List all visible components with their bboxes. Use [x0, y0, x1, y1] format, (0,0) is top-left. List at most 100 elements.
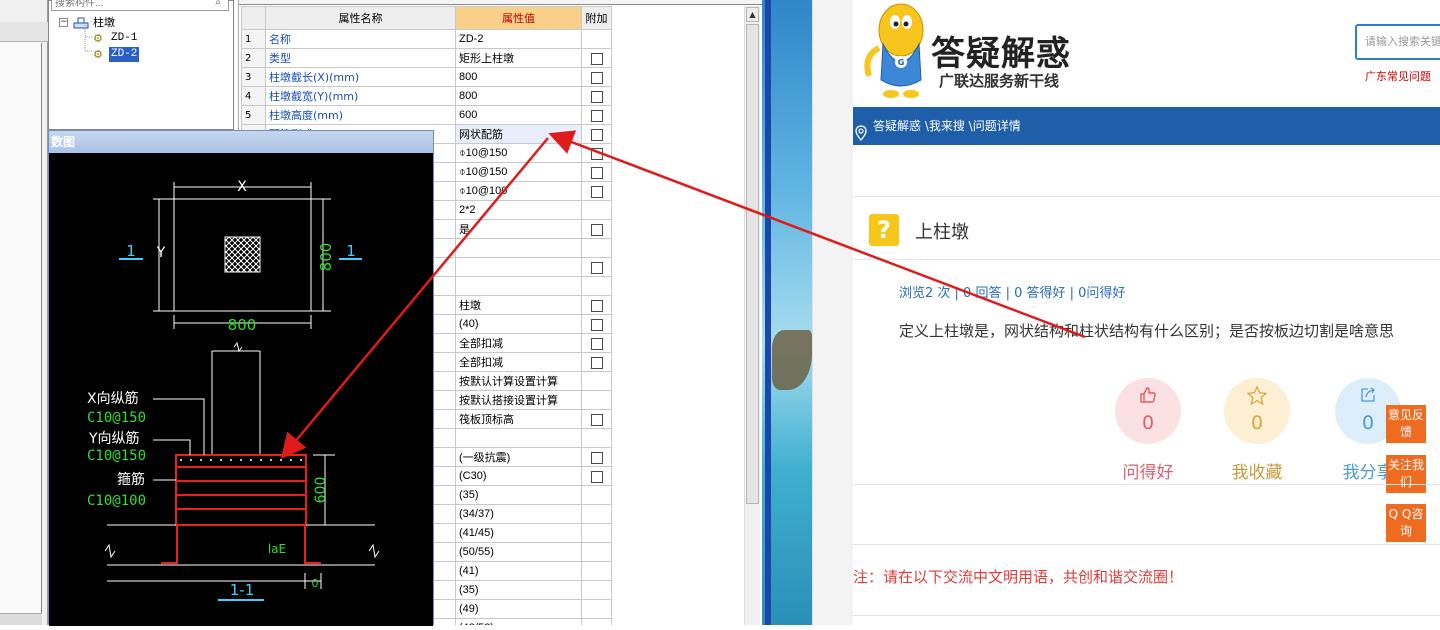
- property-value-cell[interactable]: (35): [455, 485, 582, 505]
- property-value-cell[interactable]: [455, 238, 582, 258]
- search-icon[interactable]: ⌕: [207, 0, 229, 11]
- property-value-cell[interactable]: (50/55): [455, 542, 582, 562]
- property-value-cell[interactable]: (35): [455, 580, 582, 600]
- property-value-cell[interactable]: 全部扣减: [455, 352, 582, 372]
- attach-checkbox[interactable]: [590, 413, 603, 426]
- property-value-cell[interactable]: 800: [455, 67, 582, 87]
- attach-checkbox[interactable]: [590, 166, 603, 179]
- page-gutter: [813, 0, 853, 625]
- property-value-cell[interactable]: (一级抗震): [455, 447, 582, 467]
- attach-cell: [581, 447, 612, 467]
- property-name-cell[interactable]: 名称: [265, 29, 456, 49]
- like-circle[interactable]: 0: [1115, 378, 1181, 444]
- attach-cell: [581, 504, 612, 524]
- divider: [853, 259, 1440, 260]
- property-name-cell[interactable]: 类型: [265, 48, 456, 68]
- site-search-input[interactable]: 请输入搜索关键: [1355, 24, 1440, 60]
- property-value-cell[interactable]: 按默认搭接设置计算: [455, 390, 582, 410]
- attach-checkbox[interactable]: [590, 71, 603, 84]
- attach-cell: [581, 390, 612, 410]
- property-value-cell[interactable]: 网状配筋: [455, 124, 582, 144]
- property-value-cell[interactable]: 全部扣减: [455, 333, 582, 353]
- diagram-window-title[interactable]: 数图: [49, 131, 433, 153]
- hot-questions-link[interactable]: 广东常见问题: [1365, 68, 1431, 84]
- location-pin-icon: [893, 107, 909, 145]
- qa-web-page: G 答疑解惑 广联达服务新干线 请输入搜索关键 广东常见问题 答疑解惑 \我来搜…: [812, 0, 1440, 625]
- attach-checkbox[interactable]: [590, 356, 603, 369]
- attach-cell: [581, 276, 612, 296]
- property-value-cell[interactable]: [455, 276, 582, 296]
- attach-checkbox[interactable]: [590, 299, 603, 312]
- attach-checkbox[interactable]: [590, 451, 603, 464]
- collapse-icon[interactable]: −: [59, 18, 68, 27]
- attach-checkbox[interactable]: [590, 185, 603, 198]
- property-name-cell[interactable]: 柱墩截长(X)(mm): [265, 67, 456, 87]
- attach-checkbox[interactable]: [590, 337, 603, 350]
- attach-checkbox[interactable]: [590, 261, 603, 274]
- attach-checkbox[interactable]: [590, 109, 603, 122]
- table-row[interactable]: 4 柱墩截宽(Y)(mm) 800: [241, 86, 612, 106]
- table-row[interactable]: 5 柱墩高度(mm) 600: [241, 105, 612, 125]
- property-value-cell[interactable]: 按默认计算设置计算: [455, 371, 582, 391]
- row-number: 2: [241, 48, 266, 68]
- grid-scrollbar[interactable]: ▲: [744, 6, 760, 625]
- property-value-cell[interactable]: (41): [455, 561, 582, 581]
- property-name-cell[interactable]: 柱墩截宽(Y)(mm): [265, 86, 456, 106]
- site-logo-title[interactable]: 答疑解惑: [931, 26, 1071, 75]
- y-rebar-label: Y向纵筋: [88, 430, 140, 447]
- column-header-num: [241, 6, 266, 30]
- property-name-cell[interactable]: 柱墩高度(mm): [265, 105, 456, 125]
- stirrup-label: 箍筋: [117, 471, 145, 488]
- qq-consult-button[interactable]: Q Q咨询: [1386, 504, 1426, 542]
- attach-cell: [581, 29, 612, 49]
- column-header-extra[interactable]: 附加: [581, 6, 612, 30]
- favorite-label[interactable]: 我收藏: [1224, 458, 1290, 483]
- attach-checkbox[interactable]: [590, 147, 603, 160]
- attach-checkbox[interactable]: [590, 318, 603, 331]
- feedback-button[interactable]: 意见反馈: [1386, 405, 1426, 443]
- property-value-cell[interactable]: 柱墩: [455, 295, 582, 315]
- property-value-cell[interactable]: 矩形上柱墩: [455, 48, 582, 68]
- attach-checkbox[interactable]: [590, 90, 603, 103]
- favorite-circle[interactable]: 0: [1224, 378, 1290, 444]
- property-value-cell[interactable]: ⌽10@150: [455, 162, 582, 182]
- property-value-cell[interactable]: 2*2: [455, 200, 582, 220]
- property-value-cell[interactable]: ⌽10@150: [455, 143, 582, 163]
- property-value-cell[interactable]: [455, 257, 582, 277]
- map-pin-icon: [855, 125, 867, 141]
- attach-checkbox[interactable]: [590, 223, 603, 236]
- property-value-cell[interactable]: (49): [455, 599, 582, 619]
- follow-us-button[interactable]: 关注我们: [1386, 455, 1426, 493]
- property-value-cell[interactable]: (41/45): [455, 523, 582, 543]
- table-row[interactable]: 3 柱墩截长(X)(mm) 800: [241, 67, 612, 87]
- property-value-cell[interactable]: 是: [455, 219, 582, 239]
- divider: [853, 484, 1440, 485]
- column-header-name[interactable]: 属性名称: [265, 6, 456, 30]
- like-label[interactable]: 问得好: [1115, 458, 1181, 483]
- attach-checkbox[interactable]: [590, 128, 603, 141]
- property-value-cell[interactable]: 600: [455, 105, 582, 125]
- like-question-button[interactable]: 0 问得好: [1115, 378, 1181, 483]
- scroll-thumb[interactable]: [746, 24, 759, 504]
- property-value-cell[interactable]: 800: [455, 86, 582, 106]
- attach-checkbox[interactable]: [590, 52, 603, 65]
- table-row[interactable]: 1 名称 ZD-2: [241, 29, 612, 49]
- attach-checkbox[interactable]: [590, 470, 603, 483]
- desktop-background: [762, 0, 812, 625]
- left-panel-scrollbar[interactable]: [0, 613, 42, 625]
- scroll-up-icon[interactable]: ▲: [746, 7, 759, 22]
- property-value-cell[interactable]: (C30): [455, 466, 582, 486]
- property-value-cell[interactable]: (48/52): [455, 618, 582, 625]
- left-panel-tab[interactable]: [0, 22, 48, 42]
- table-row[interactable]: 2 类型 矩形上柱墩: [241, 48, 612, 68]
- favorite-button[interactable]: 0 我收藏: [1224, 378, 1290, 483]
- column-header-value[interactable]: 属性值: [455, 6, 582, 30]
- star-icon: [1224, 385, 1290, 410]
- property-value-cell[interactable]: (34/37): [455, 504, 582, 524]
- property-value-cell[interactable]: (40): [455, 314, 582, 334]
- property-value-cell[interactable]: 筏板顶标高: [455, 409, 582, 429]
- tree-search-input[interactable]: 搜索构件...: [51, 0, 229, 11]
- property-value-cell[interactable]: ZD-2: [455, 29, 582, 49]
- property-value-cell[interactable]: [455, 428, 582, 448]
- property-value-cell[interactable]: ⌽10@100: [455, 181, 582, 201]
